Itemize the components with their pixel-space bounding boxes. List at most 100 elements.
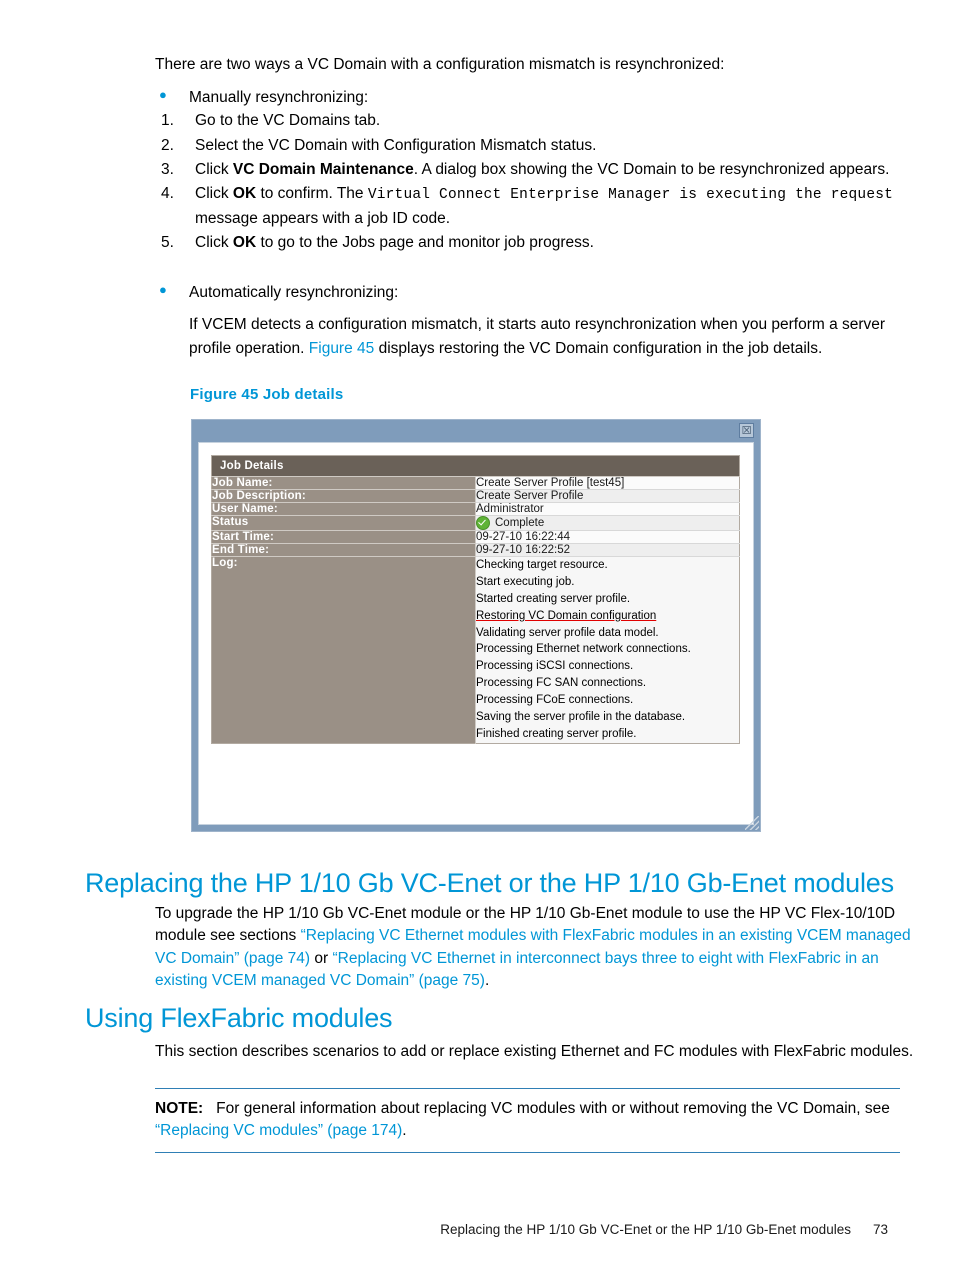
job-details-table: Job Details Job Name: Create Server Profil… xyxy=(211,455,740,744)
resize-grip-icon[interactable] xyxy=(745,816,759,830)
text-run: . A dialog box showing the VC Domain to … xyxy=(413,160,890,178)
bullet-dot-icon: ● xyxy=(159,87,167,102)
row-label: Log: xyxy=(211,556,476,744)
table-header-row: Job Details xyxy=(211,455,740,477)
list-item: 3. Click VC Domain Maintenance. A dialog … xyxy=(155,158,920,181)
row-label: User Name: xyxy=(211,502,476,516)
bullet-auto-resync: ● Automatically resynchronizing: If VCEM… xyxy=(155,281,920,360)
log-line: Processing FCoE connections. xyxy=(476,694,634,707)
text-run: or xyxy=(310,949,333,967)
log-line: Checking target resource. xyxy=(476,559,608,571)
row-label: End Time: xyxy=(211,543,476,557)
row-value: Administrator xyxy=(475,502,740,516)
text-run: For general information about replacing … xyxy=(216,1100,890,1117)
step-text: Go to the VC Domains tab. xyxy=(195,109,920,132)
table-row: Job Description: Create Server Profile xyxy=(211,489,740,503)
table-header-label: Job Details xyxy=(211,455,740,477)
text-run: to go to the Jobs page and monitor job p… xyxy=(256,234,594,251)
row-label: Status xyxy=(211,515,476,531)
row-value: Create Server Profile xyxy=(475,489,740,503)
text-run: . xyxy=(402,1122,407,1140)
step-number: 2. xyxy=(161,136,174,154)
footer-title: Replacing the HP 1/10 Gb VC-Enet or the … xyxy=(440,1222,851,1237)
text-run: Click xyxy=(195,185,233,202)
row-value: Complete xyxy=(475,515,740,531)
emphasis-bold: OK xyxy=(232,234,257,251)
job-details-dialog: ☒ Job Details Job Name: Create Server Prof… xyxy=(191,419,761,832)
note-body: NOTE: For general information about repl… xyxy=(155,1089,900,1152)
text-run: Go to the VC Domains tab. xyxy=(195,112,381,130)
text-run: Click xyxy=(195,160,233,178)
text-run: . xyxy=(484,972,490,990)
text-run: displays restoring the VC Domain configu… xyxy=(374,339,823,357)
list-item: 5. Click OK to go to the Jobs page and mo… xyxy=(155,231,920,254)
table-row: Start Time: 09-27-10 16:22:44 xyxy=(211,530,740,544)
step-number: 3. xyxy=(161,160,174,178)
step-text: Click OK to go to the Jobs page and moni… xyxy=(195,231,920,254)
note-rule-bottom xyxy=(155,1151,900,1153)
row-value: Create Server Profile [test45] xyxy=(475,476,740,490)
log-line: Started creating server profile. xyxy=(476,592,631,605)
cross-reference-link[interactable]: “Replacing VC modules” (page 174) xyxy=(155,1122,402,1139)
text-run: Select the VC Domain with Configuration … xyxy=(195,136,597,154)
log-line: Saving the server profile in the databas… xyxy=(476,711,686,724)
note-label: NOTE: xyxy=(155,1100,204,1117)
step-text: Click OK to confirm. The Virtual Connect… xyxy=(195,182,920,230)
status-label: Complete xyxy=(495,517,545,529)
log-line: Validating server profile data model. xyxy=(476,626,659,639)
list-item: 1. Go to the VC Domains tab. xyxy=(155,109,920,132)
section-paragraph-replacing-modules: To upgrade the HP 1/10 Gb VC-Enet module… xyxy=(155,903,920,993)
log-line: Processing iSCSI connections. xyxy=(476,660,634,673)
log-line: Processing Ethernet network connections. xyxy=(476,643,691,656)
step-text: Click VC Domain Maintenance. A dialog bo… xyxy=(195,158,920,181)
table-row-log: Log: Checking target resource. Start execu… xyxy=(211,556,740,744)
document-page: There are two ways a VC Domain with a co… xyxy=(0,0,954,1271)
text-run: to confirm. The xyxy=(256,185,368,202)
step-number: 5. xyxy=(161,234,174,251)
page-footer: Replacing the HP 1/10 Gb VC-Enet or the … xyxy=(85,1222,888,1237)
page-number: 73 xyxy=(872,1222,888,1237)
code-text: Virtual Connect Enterprise Manager is ex… xyxy=(367,187,894,203)
dialog-titlebar: ☒ xyxy=(192,420,760,442)
table-row: Status Complete xyxy=(211,515,740,531)
dialog-body: Job Details Job Name: Create Server Profil… xyxy=(198,442,754,825)
row-value: 09-27-10 16:22:52 xyxy=(475,543,740,557)
row-label: Job Description: xyxy=(211,489,476,503)
note-block: NOTE: For general information about repl… xyxy=(155,1088,900,1153)
bullet-row: ● Automatically resynchronizing: xyxy=(155,281,920,304)
row-value: 09-27-10 16:22:44 xyxy=(475,530,740,544)
step-number: 1. xyxy=(161,112,174,130)
note-text: For general information about replacing … xyxy=(155,1100,890,1139)
list-item: 2. Select the VC Domain with Configuratio… xyxy=(155,134,920,157)
step-text: Select the VC Domain with Configuration … xyxy=(195,134,920,157)
bullet-row: ● Manually resynchronizing: xyxy=(155,86,920,109)
intro-paragraph: There are two ways a VC Domain with a co… xyxy=(155,56,725,73)
table-row: Job Name: Create Server Profile [test45] xyxy=(211,476,740,490)
log-line: Start executing job. xyxy=(476,575,575,588)
bullet-label: Manually resynchronizing: xyxy=(189,89,369,106)
bullet-manual-resync: ● Manually resynchronizing: 1. Go to the … xyxy=(155,86,920,255)
text-run: This section describes scenarios to add … xyxy=(155,1043,914,1060)
status-badge: Complete xyxy=(476,516,739,530)
bullet-label: Automatically resynchronizing: xyxy=(189,284,399,301)
log-line-highlighted: Restoring VC Domain configuration xyxy=(476,609,657,622)
figure-caption: Figure 45 Job details xyxy=(190,386,344,403)
cross-reference-link[interactable]: Figure 45 xyxy=(309,340,374,357)
emphasis-bold: OK xyxy=(232,185,257,202)
log-line: Processing FC SAN connections. xyxy=(476,677,647,690)
row-label: Start Time: xyxy=(211,530,476,544)
close-icon[interactable]: ☒ xyxy=(739,423,754,438)
section-heading-replacing-modules: Replacing the HP 1/10 Gb VC-Enet or the … xyxy=(85,868,894,898)
text-run: message appears with a job ID code. xyxy=(195,209,451,227)
text-run: Click xyxy=(195,234,233,251)
step-number: 4. xyxy=(161,185,174,202)
status-complete-icon xyxy=(476,516,490,530)
list-item: 4. Click OK to confirm. The Virtual Conne… xyxy=(155,182,920,230)
table-row: End Time: 09-27-10 16:22:52 xyxy=(211,543,740,557)
emphasis-bold: VC Domain Maintenance xyxy=(232,160,414,178)
ordered-step-list: 1. Go to the VC Domains tab. 2. Select the … xyxy=(155,109,920,254)
log-line: Finished creating server profile. xyxy=(476,727,637,740)
table-row: User Name: Administrator xyxy=(211,502,740,516)
section-heading-using-flexfabric: Using FlexFabric modules xyxy=(85,1003,393,1033)
section-paragraph-using-flexfabric: This section describes scenarios to add … xyxy=(155,1041,920,1063)
